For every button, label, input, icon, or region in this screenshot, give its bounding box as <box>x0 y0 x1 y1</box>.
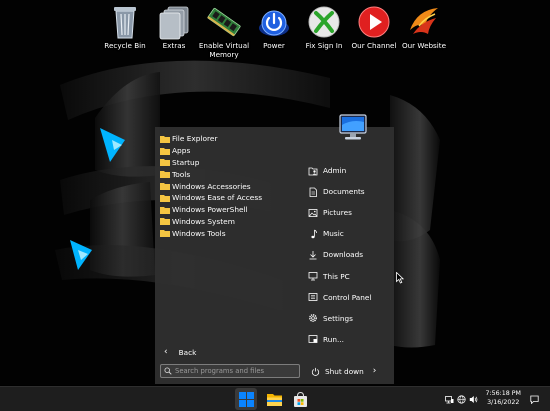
our-website-label: Our Website <box>401 41 447 50</box>
download-icon <box>309 250 317 260</box>
chevron-left-icon: ‹ <box>164 347 168 357</box>
folder-windows-tools[interactable]: Windows Tools <box>160 227 300 239</box>
folder-startup[interactable]: Startup <box>160 157 300 169</box>
folder-label: Startup <box>172 157 200 167</box>
search-box[interactable] <box>160 364 300 378</box>
places-list: Admin Documents Pictures Music Downloads… <box>308 160 390 350</box>
folder-icon <box>160 159 170 167</box>
folder-windows-ease-of-access[interactable]: Windows Ease of Access <box>160 192 300 204</box>
clock-time: 7:56:18 PM <box>485 390 521 398</box>
volume-icon[interactable] <box>469 395 478 404</box>
windows-logo-icon <box>238 391 254 407</box>
mouse-cursor <box>396 272 404 284</box>
places-item-this-pc[interactable]: This PC <box>308 265 390 286</box>
folder-icon <box>160 183 170 191</box>
folder-icon <box>160 147 170 155</box>
play-channel-icon <box>358 6 390 38</box>
places-item-admin[interactable]: Admin <box>308 160 390 181</box>
folder-label: Windows PowerShell <box>172 205 248 215</box>
power-icon <box>259 10 289 36</box>
places-item-settings[interactable]: Settings <box>308 308 390 329</box>
folder-icon <box>160 218 170 226</box>
chevron-right-icon[interactable]: › <box>373 366 377 376</box>
taskbar-file-explorer[interactable] <box>263 388 285 410</box>
folder-icon <box>160 230 170 238</box>
back-button[interactable]: ‹ Back <box>164 347 196 357</box>
computer-icon <box>308 272 318 281</box>
picture-icon <box>308 208 318 217</box>
places-label: Run... <box>323 334 344 344</box>
places-item-downloads[interactable]: Downloads <box>308 244 390 265</box>
xbox-icon <box>308 6 340 38</box>
folder-windows-system[interactable]: Windows System <box>160 216 300 228</box>
places-label: Documents <box>323 187 365 197</box>
folder-label: Apps <box>172 146 191 156</box>
store-bag-icon <box>293 391 307 407</box>
places-item-run[interactable]: Run... <box>308 329 390 350</box>
folder-apps[interactable]: Apps <box>160 145 300 157</box>
search-icon <box>164 367 172 375</box>
clock-date: 3/16/2022 <box>487 399 520 406</box>
folder-windows-accessories[interactable]: Windows Accessories <box>160 180 300 192</box>
globe-icon[interactable] <box>457 394 467 404</box>
places-label: This PC <box>323 271 350 281</box>
run-icon <box>308 335 318 344</box>
taskbar-store[interactable] <box>289 388 311 410</box>
places-item-control-panel[interactable]: Control Panel <box>308 287 390 308</box>
folder-icon <box>160 206 170 214</box>
places-label: Settings <box>323 313 353 323</box>
shutdown-label: Shut down <box>325 366 364 376</box>
memory-module-icon <box>207 7 241 37</box>
back-label: Back <box>178 347 197 357</box>
folder-windows-powershell[interactable]: Windows PowerShell <box>160 204 300 216</box>
places-label: Admin <box>323 166 347 176</box>
music-icon <box>311 229 317 239</box>
folder-label: Windows System <box>172 216 235 226</box>
folder-icon <box>160 194 170 202</box>
program-folder-list: File Explorer Apps Startup Tools Windows… <box>160 133 300 239</box>
document-icon <box>309 187 317 197</box>
places-label: Control Panel <box>323 292 372 302</box>
website-logo-icon <box>410 8 438 34</box>
user-picture[interactable] <box>337 113 369 143</box>
places-item-documents[interactable]: Documents <box>308 181 390 202</box>
start-menu: File Explorer Apps Startup Tools Windows… <box>155 114 394 384</box>
extras-icon <box>159 6 189 40</box>
folder-label: Windows Accessories <box>172 181 251 191</box>
folder-icon <box>160 135 170 143</box>
places-label: Pictures <box>323 208 352 218</box>
control-panel-icon <box>308 293 318 302</box>
search-input[interactable] <box>175 367 295 375</box>
gear-icon <box>309 314 317 323</box>
start-button[interactable] <box>235 388 257 410</box>
system-tray: 7:56:18 PM 3/16/2022 <box>445 389 542 409</box>
recycle-bin-icon <box>114 7 136 39</box>
monitor-icon <box>339 114 367 140</box>
folder-icon <box>266 393 282 406</box>
places-item-pictures[interactable]: Pictures <box>308 202 390 223</box>
places-label: Downloads <box>323 250 364 260</box>
notification-icon[interactable] <box>530 395 539 404</box>
folder-file-explorer[interactable]: File Explorer <box>160 133 300 145</box>
folder-icon <box>160 171 170 179</box>
network-icon[interactable] <box>445 395 454 404</box>
user-folder-icon <box>308 167 318 175</box>
places-label: Music <box>323 229 344 239</box>
folder-label: Tools <box>172 169 191 179</box>
folder-tools[interactable]: Tools <box>160 168 300 180</box>
folder-label: Windows Ease of Access <box>172 193 263 203</box>
folder-label: File Explorer <box>172 134 218 144</box>
taskbar: 7:56:18 PM 3/16/2022 <box>0 386 550 411</box>
folder-label: Windows Tools <box>172 228 226 238</box>
desktop: Recycle Bin Extras Enable Virtual Memory <box>0 0 550 385</box>
clock[interactable]: 7:56:18 PM 3/16/2022 <box>485 390 521 407</box>
places-item-music[interactable]: Music <box>308 223 390 244</box>
power-icon <box>311 367 320 376</box>
shutdown-button[interactable]: Shut down › <box>311 366 376 376</box>
our-website-shortcut[interactable]: Our Website <box>395 4 453 50</box>
